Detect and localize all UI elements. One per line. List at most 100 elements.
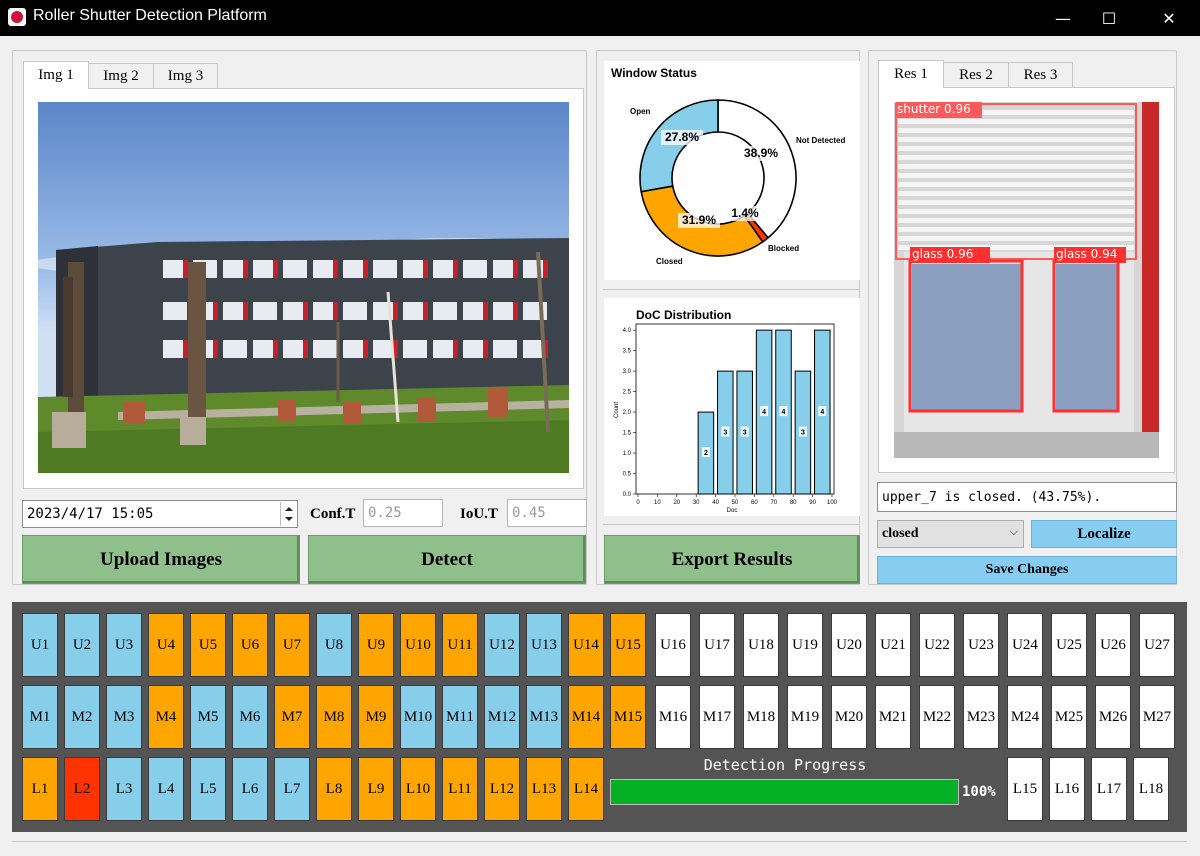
tab-img-3[interactable]: Img 3	[153, 63, 218, 89]
shutter-cell-m14[interactable]: M14	[568, 685, 604, 749]
shutter-cell-m22[interactable]: M22	[919, 685, 955, 749]
detection-label: shutter 0.96	[897, 102, 971, 116]
shutter-cell-u21[interactable]: U21	[875, 613, 911, 677]
save-changes-button[interactable]: Save Changes	[877, 556, 1177, 584]
shutter-cell-l6[interactable]: L6	[232, 757, 268, 821]
shutter-cell-m13[interactable]: M13	[526, 685, 562, 749]
shutter-cell-u14[interactable]: U14	[568, 613, 604, 677]
shutter-cell-l13[interactable]: L13	[526, 757, 562, 821]
shutter-cell-u27[interactable]: U27	[1139, 613, 1175, 677]
shutter-cell-m7[interactable]: M7	[274, 685, 310, 749]
shutter-cell-m10[interactable]: M10	[400, 685, 436, 749]
shutter-cell-u3[interactable]: U3	[106, 613, 142, 677]
close-button[interactable]: ✕	[1146, 0, 1192, 36]
shutter-cell-u1[interactable]: U1	[22, 613, 58, 677]
shutter-cell-l5[interactable]: L5	[190, 757, 226, 821]
detection-label: glass 0.96	[912, 247, 974, 261]
window-status-chart: Window Status Not Detected 38.9% Blocked 1.…	[604, 61, 860, 280]
y-tick-label: 0.0	[623, 492, 632, 498]
shutter-cell-m2[interactable]: M2	[64, 685, 100, 749]
shutter-cell-l18[interactable]: L18	[1133, 757, 1169, 821]
shutter-cell-u2[interactable]: U2	[64, 613, 100, 677]
shutter-cell-m19[interactable]: M19	[787, 685, 823, 749]
detect-button[interactable]: Detect	[308, 535, 586, 584]
shutter-cell-m18[interactable]: M18	[743, 685, 779, 749]
shutter-cell-u4[interactable]: U4	[148, 613, 184, 677]
shutter-cell-m1[interactable]: M1	[22, 685, 58, 749]
export-results-button[interactable]: Export Results	[604, 535, 860, 584]
datetime-value: 2023/4/17 15:05	[27, 506, 154, 522]
shutter-cell-m27[interactable]: M27	[1139, 685, 1175, 749]
shutter-cell-m4[interactable]: M4	[148, 685, 184, 749]
tab-res-3[interactable]: Res 3	[1008, 62, 1073, 88]
upload-images-button[interactable]: Upload Images	[22, 535, 300, 584]
shutter-cell-u17[interactable]: U17	[699, 613, 735, 677]
app-logo-icon	[8, 8, 26, 26]
shutter-cell-u18[interactable]: U18	[743, 613, 779, 677]
datetime-field[interactable]: 2023/4/17 15:05	[22, 500, 298, 528]
shutter-cell-m12[interactable]: M12	[484, 685, 520, 749]
shutter-cell-m16[interactable]: M16	[655, 685, 691, 749]
shutter-cell-l4[interactable]: L4	[148, 757, 184, 821]
shutter-cell-u22[interactable]: U22	[919, 613, 955, 677]
shutter-cell-m15[interactable]: M15	[610, 685, 646, 749]
tab-res-1[interactable]: Res 1	[878, 60, 944, 88]
shutter-cell-l2[interactable]: L2	[64, 757, 100, 821]
shutter-cell-l10[interactable]: L10	[400, 757, 436, 821]
conf-threshold-input[interactable]: 0.25	[363, 499, 443, 527]
shutter-cell-l7[interactable]: L7	[274, 757, 310, 821]
shutter-cell-m9[interactable]: M9	[358, 685, 394, 749]
maximize-button[interactable]: ☐	[1086, 0, 1132, 36]
shutter-cell-l8[interactable]: L8	[316, 757, 352, 821]
shutter-cell-l1[interactable]: L1	[22, 757, 58, 821]
shutter-cell-u10[interactable]: U10	[400, 613, 436, 677]
shutter-cell-l17[interactable]: L17	[1091, 757, 1127, 821]
shutter-cell-m26[interactable]: M26	[1095, 685, 1131, 749]
iou-threshold-input[interactable]: 0.45	[507, 499, 587, 527]
shutter-cell-m6[interactable]: M6	[232, 685, 268, 749]
shutter-cell-u7[interactable]: U7	[274, 613, 310, 677]
shutter-cell-m17[interactable]: M17	[699, 685, 735, 749]
shutter-cell-u6[interactable]: U6	[232, 613, 268, 677]
tab-res-2[interactable]: Res 2	[943, 62, 1009, 88]
shutter-cell-u23[interactable]: U23	[963, 613, 999, 677]
shutter-cell-u5[interactable]: U5	[190, 613, 226, 677]
shutter-cell-m20[interactable]: M20	[831, 685, 867, 749]
shutter-cell-u11[interactable]: U11	[442, 613, 478, 677]
tab-img-2[interactable]: Img 2	[88, 63, 154, 89]
shutter-cell-l15[interactable]: L15	[1007, 757, 1043, 821]
shutter-cell-u12[interactable]: U12	[484, 613, 520, 677]
shutter-cell-u15[interactable]: U15	[610, 613, 646, 677]
minimize-button[interactable]: —	[1040, 0, 1086, 36]
shutter-cell-l3[interactable]: L3	[106, 757, 142, 821]
shutter-cell-l14[interactable]: L14	[568, 757, 604, 821]
shutter-cell-m23[interactable]: M23	[963, 685, 999, 749]
status-select[interactable]: closed ⌵	[877, 520, 1024, 548]
shutter-cell-m8[interactable]: M8	[316, 685, 352, 749]
shutter-cell-l12[interactable]: L12	[484, 757, 520, 821]
localize-button[interactable]: Localize	[1031, 520, 1177, 548]
shutter-cell-u26[interactable]: U26	[1095, 613, 1131, 677]
result-message: upper_7 is closed. (43.75%).	[877, 482, 1177, 512]
shutter-cell-m5[interactable]: M5	[190, 685, 226, 749]
pie-value-label: 27.8%	[665, 130, 699, 144]
shutter-cell-m24[interactable]: M24	[1007, 685, 1043, 749]
shutter-cell-l11[interactable]: L11	[442, 757, 478, 821]
datetime-spinner[interactable]	[280, 502, 296, 526]
shutter-cell-l9[interactable]: L9	[358, 757, 394, 821]
shutter-cell-u19[interactable]: U19	[787, 613, 823, 677]
shutter-cell-u20[interactable]: U20	[831, 613, 867, 677]
shutter-cell-u25[interactable]: U25	[1051, 613, 1087, 677]
shutter-cell-m3[interactable]: M3	[106, 685, 142, 749]
shutter-cell-m21[interactable]: M21	[875, 685, 911, 749]
tab-img-1[interactable]: Img 1	[23, 61, 89, 89]
shutter-cell-l16[interactable]: L16	[1049, 757, 1085, 821]
shutter-cell-u24[interactable]: U24	[1007, 613, 1043, 677]
shutter-cell-m25[interactable]: M25	[1051, 685, 1087, 749]
shutter-cell-u13[interactable]: U13	[526, 613, 562, 677]
title-bar[interactable]: Roller Shutter Detection Platform — ☐ ✕	[0, 0, 1200, 36]
shutter-cell-u9[interactable]: U9	[358, 613, 394, 677]
shutter-cell-u8[interactable]: U8	[316, 613, 352, 677]
shutter-cell-u16[interactable]: U16	[655, 613, 691, 677]
shutter-cell-m11[interactable]: M11	[442, 685, 478, 749]
